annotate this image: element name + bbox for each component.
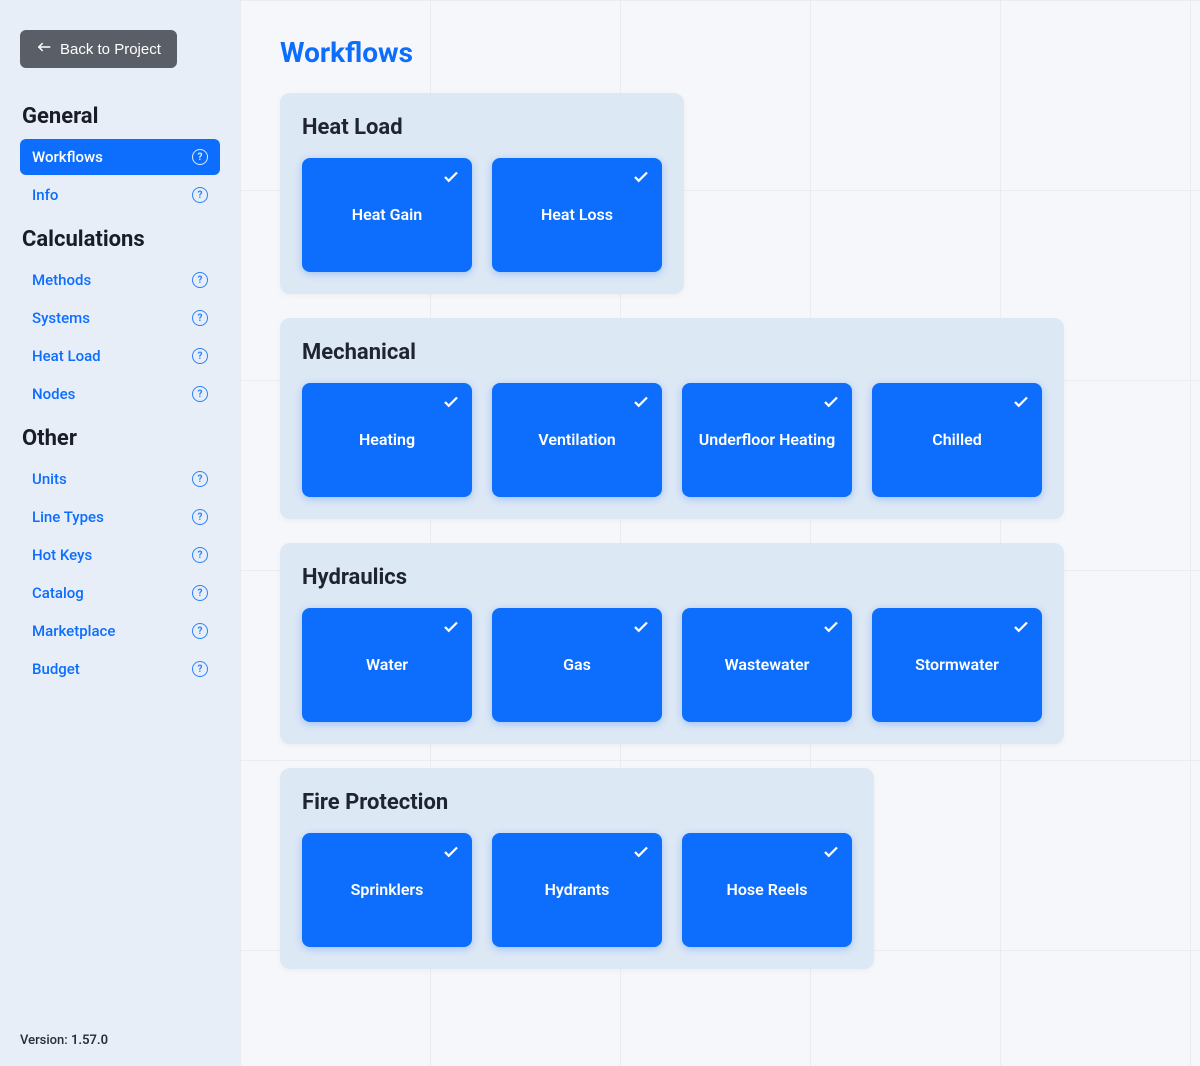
sidebar-item-label: Heat Load xyxy=(32,347,101,365)
workflow-card-hose-reels[interactable]: Hose Reels xyxy=(682,833,852,947)
help-icon[interactable]: ? xyxy=(192,471,208,487)
workflow-group-title: Heat Load xyxy=(302,115,662,140)
checkmark-icon xyxy=(1012,618,1030,636)
workflow-card-label: Chilled xyxy=(932,430,981,451)
sidebar-item-line-types[interactable]: Line Types ? xyxy=(20,499,220,535)
workflow-cards: Sprinklers Hydrants Hose Reels xyxy=(302,833,852,947)
workflow-card-heat-gain[interactable]: Heat Gain xyxy=(302,158,472,272)
workflow-card-label: Hydrants xyxy=(545,880,610,901)
sidebar-item-label: Marketplace xyxy=(32,622,115,640)
version-label: Version: 1.57.0 xyxy=(20,1033,108,1048)
back-to-project-button[interactable]: Back to Project xyxy=(20,30,177,68)
workflow-card-label: Heating xyxy=(359,430,415,451)
workflow-group-title: Mechanical xyxy=(302,340,1042,365)
checkmark-icon xyxy=(822,393,840,411)
help-icon[interactable]: ? xyxy=(192,661,208,677)
sidebar-item-nodes[interactable]: Nodes ? xyxy=(20,376,220,412)
help-icon[interactable]: ? xyxy=(192,310,208,326)
workflow-card-underfloor-heating[interactable]: Underfloor Heating xyxy=(682,383,852,497)
help-icon[interactable]: ? xyxy=(192,187,208,203)
workflow-card-heating[interactable]: Heating xyxy=(302,383,472,497)
workflow-group-mechanical: Mechanical Heating Ventilation Underfloo… xyxy=(280,318,1064,519)
workflow-group-title: Hydraulics xyxy=(302,565,1042,590)
workflow-card-label: Stormwater xyxy=(915,655,999,676)
help-icon[interactable]: ? xyxy=(192,547,208,563)
sidebar-item-label: Budget xyxy=(32,660,80,678)
sidebar-item-methods[interactable]: Methods ? xyxy=(20,262,220,298)
workflow-group-fire-protection: Fire Protection Sprinklers Hydrants Hose… xyxy=(280,768,874,969)
sidebar-item-label: Info xyxy=(32,186,58,204)
nav-group-title-other: Other xyxy=(20,426,220,451)
help-icon[interactable]: ? xyxy=(192,623,208,639)
workflow-card-label: Ventilation xyxy=(538,430,615,451)
sidebar-item-info[interactable]: Info ? xyxy=(20,177,220,213)
workflow-card-label: Sprinklers xyxy=(351,880,424,901)
sidebar-item-marketplace[interactable]: Marketplace ? xyxy=(20,613,220,649)
sidebar-item-label: Methods xyxy=(32,271,91,289)
help-icon[interactable]: ? xyxy=(192,509,208,525)
checkmark-icon xyxy=(632,843,650,861)
checkmark-icon xyxy=(442,618,460,636)
sidebar-item-workflows[interactable]: Workflows ? xyxy=(20,139,220,175)
sidebar-item-label: Workflows xyxy=(32,148,103,166)
help-icon[interactable]: ? xyxy=(192,272,208,288)
workflow-card-water[interactable]: Water xyxy=(302,608,472,722)
workflow-cards: Water Gas Wastewater Stormwater xyxy=(302,608,1042,722)
sidebar-item-label: Systems xyxy=(32,309,90,327)
sidebar-item-label: Catalog xyxy=(32,584,84,602)
checkmark-icon xyxy=(1012,393,1030,411)
workflow-card-label: Hose Reels xyxy=(727,880,808,901)
help-icon[interactable]: ? xyxy=(192,585,208,601)
workflow-card-gas[interactable]: Gas xyxy=(492,608,662,722)
workflow-card-label: Water xyxy=(366,655,408,676)
workflow-card-sprinklers[interactable]: Sprinklers xyxy=(302,833,472,947)
sidebar-item-label: Nodes xyxy=(32,385,75,403)
page-title: Workflows xyxy=(280,36,1160,69)
workflow-card-chilled[interactable]: Chilled xyxy=(872,383,1042,497)
sidebar-item-units[interactable]: Units ? xyxy=(20,461,220,497)
help-icon[interactable]: ? xyxy=(192,149,208,165)
workflow-group-heat-load: Heat Load Heat Gain Heat Loss xyxy=(280,93,684,294)
checkmark-icon xyxy=(822,843,840,861)
checkmark-icon xyxy=(632,618,650,636)
workflow-card-hydrants[interactable]: Hydrants xyxy=(492,833,662,947)
workflow-card-label: Gas xyxy=(563,655,591,676)
workflow-card-label: Wastewater xyxy=(725,655,810,676)
workflow-cards: Heating Ventilation Underfloor Heating C… xyxy=(302,383,1042,497)
workflow-card-label: Heat Loss xyxy=(541,205,613,226)
version-number: 1.57.0 xyxy=(71,1033,108,1048)
workflow-card-label: Underfloor Heating xyxy=(699,430,835,451)
sidebar-item-label: Hot Keys xyxy=(32,546,92,564)
nav-group-title-general: General xyxy=(20,104,220,129)
checkmark-icon xyxy=(632,168,650,186)
arrow-left-icon xyxy=(36,40,52,58)
checkmark-icon xyxy=(442,393,460,411)
main-content: Workflows Heat Load Heat Gain Heat Loss … xyxy=(240,0,1200,1066)
sidebar: Back to Project General Workflows ? Info… xyxy=(0,0,240,1066)
help-icon[interactable]: ? xyxy=(192,348,208,364)
sidebar-item-label: Line Types xyxy=(32,508,104,526)
workflow-card-ventilation[interactable]: Ventilation xyxy=(492,383,662,497)
workflow-card-stormwater[interactable]: Stormwater xyxy=(872,608,1042,722)
sidebar-item-budget[interactable]: Budget ? xyxy=(20,651,220,687)
checkmark-icon xyxy=(822,618,840,636)
workflow-cards: Heat Gain Heat Loss xyxy=(302,158,662,272)
workflow-card-label: Heat Gain xyxy=(352,205,422,226)
checkmark-icon xyxy=(442,168,460,186)
sidebar-item-label: Units xyxy=(32,470,67,488)
back-button-label: Back to Project xyxy=(60,41,161,58)
sidebar-item-catalog[interactable]: Catalog ? xyxy=(20,575,220,611)
sidebar-item-systems[interactable]: Systems ? xyxy=(20,300,220,336)
checkmark-icon xyxy=(442,843,460,861)
checkmark-icon xyxy=(632,393,650,411)
sidebar-item-heat-load[interactable]: Heat Load ? xyxy=(20,338,220,374)
workflow-group-title: Fire Protection xyxy=(302,790,852,815)
workflow-card-heat-loss[interactable]: Heat Loss xyxy=(492,158,662,272)
nav-group-title-calculations: Calculations xyxy=(20,227,220,252)
workflow-group-hydraulics: Hydraulics Water Gas Wastewater Stormwat… xyxy=(280,543,1064,744)
sidebar-item-hot-keys[interactable]: Hot Keys ? xyxy=(20,537,220,573)
help-icon[interactable]: ? xyxy=(192,386,208,402)
version-prefix: Version: xyxy=(20,1033,68,1048)
workflow-card-wastewater[interactable]: Wastewater xyxy=(682,608,852,722)
